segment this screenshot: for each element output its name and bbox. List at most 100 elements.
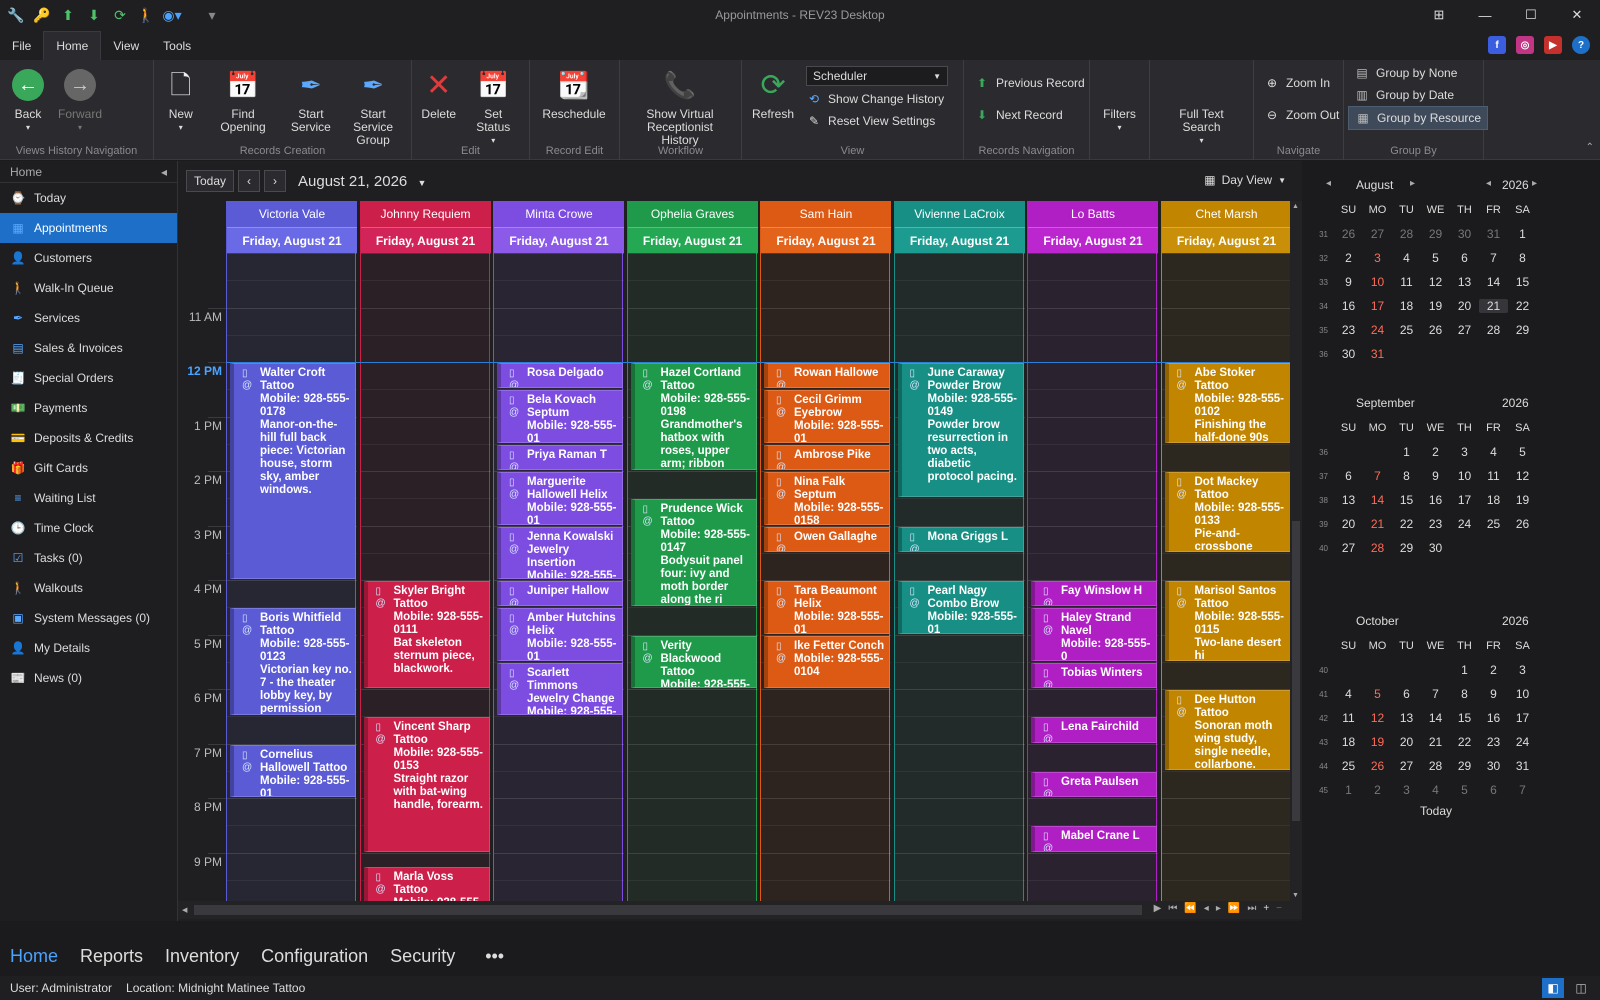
day-view-selector[interactable]: ▦ Day View ▼ — [1204, 173, 1286, 187]
time-slot[interactable] — [627, 716, 758, 743]
calendar-day[interactable]: 16 — [1334, 299, 1363, 313]
calendar-day[interactable]: 28 — [1479, 323, 1508, 337]
time-slot[interactable] — [894, 825, 1025, 852]
time-slot[interactable] — [494, 334, 624, 362]
sidebar-item-today[interactable]: ⌚ Today — [0, 183, 177, 213]
calendar-day[interactable]: 3 — [1363, 251, 1392, 265]
group-by-resource-button[interactable]: ▦ Group by Resource — [1348, 106, 1489, 130]
time-slot[interactable] — [1161, 879, 1292, 901]
appointment[interactable]: ▯ @ Walter Croft Tattoo Mobile: 928-555-01… — [230, 363, 356, 579]
new-button[interactable]: 🗋 New ▾ — [158, 64, 204, 136]
menu-file[interactable]: File — [0, 32, 43, 60]
resource-header[interactable]: Sam Hain — [761, 201, 891, 227]
calendar-day[interactable]: 13 — [1392, 711, 1421, 725]
appointment[interactable]: ▯ @ Haley Strand Navel Mobile: 928-555-0 — [1031, 608, 1157, 661]
calendar-day[interactable]: 3 — [1450, 445, 1479, 459]
calendar-day[interactable]: 8 — [1450, 687, 1479, 701]
calendar-day[interactable]: 18 — [1334, 735, 1363, 749]
sidebar-item-customers[interactable]: 👤 Customers — [0, 243, 177, 273]
calendar-day[interactable]: 25 — [1392, 323, 1421, 337]
time-slot[interactable] — [1028, 879, 1158, 901]
prev-page-icon[interactable]: ⏪ — [1184, 903, 1196, 914]
time-slot[interactable] — [761, 852, 891, 880]
sidebar-item-deposits-credits[interactable]: 💳 Deposits & Credits — [0, 423, 177, 453]
facebook-icon[interactable]: f — [1488, 36, 1506, 54]
appointment[interactable]: ▯ @ Dee Hutton Tattoo Sonoran moth wing st… — [1164, 690, 1291, 770]
today-button[interactable]: Today — [186, 170, 234, 192]
calendar-day[interactable]: 23 — [1421, 517, 1450, 531]
time-slot[interactable] — [360, 689, 491, 716]
minimize-button[interactable]: — — [1462, 0, 1508, 30]
appointment[interactable]: ▯ @ Tobias Winters — [1031, 662, 1157, 688]
customize-arrow-icon[interactable]: ▾ — [202, 5, 222, 25]
calendar-day[interactable]: 25 — [1479, 517, 1508, 531]
time-slot[interactable] — [227, 716, 357, 743]
scroll-left-icon[interactable]: ◀ — [182, 906, 187, 914]
calendar-day[interactable]: 13 — [1334, 493, 1363, 507]
collapse-sidebar-icon[interactable]: ◂ — [161, 165, 167, 179]
sidebar-item-time-clock[interactable]: 🕒 Time Clock — [0, 513, 177, 543]
tab-home[interactable]: Home — [10, 946, 58, 967]
sidebar-item-services[interactable]: ✒ Services — [0, 303, 177, 333]
time-slot[interactable] — [761, 770, 891, 798]
time-slot[interactable] — [227, 334, 357, 362]
time-slot[interactable] — [894, 770, 1025, 798]
calendar-day[interactable]: 21 — [1363, 517, 1392, 531]
calendar-day[interactable]: 1 — [1508, 227, 1537, 241]
month-year[interactable]: 2026 — [1502, 396, 1529, 410]
sync-icon[interactable]: ⟳ — [110, 5, 130, 25]
calendar-day[interactable]: 5 — [1421, 251, 1450, 265]
time-slot[interactable] — [894, 253, 1025, 280]
appointment[interactable]: ▯ @ June Caraway Powder Brow Mobile: 928-5… — [897, 363, 1024, 498]
time-slot[interactable] — [761, 307, 891, 335]
sidebar-item-system-messages-0[interactable]: ▣ System Messages (0) — [0, 603, 177, 633]
vertical-scrollbar[interactable]: ▲ ▼ — [1290, 201, 1302, 901]
last-resource-icon[interactable]: ⏭ — [1247, 903, 1256, 914]
next-year-icon[interactable]: ▸ — [1532, 178, 1537, 189]
sidebar-item-appointments[interactable]: ▦ Appointments — [0, 213, 177, 243]
resource-timeline[interactable]: ▯ @ Skyler Bright Tattoo Mobile: 928-555-0… — [360, 253, 491, 901]
resource-timeline[interactable]: ▯ @ Fay Winslow H ▯ @ Haley Strand Navel Mobi… — [1028, 253, 1158, 901]
calendar-day[interactable]: 7 — [1508, 783, 1537, 797]
upload-icon[interactable]: ⬆ — [58, 5, 78, 25]
resource-header[interactable]: Lo Batts — [1028, 201, 1158, 227]
calendar-day[interactable]: 20 — [1450, 299, 1479, 313]
date-header[interactable]: August 21, 2026 ▼ — [298, 173, 426, 190]
calendar-day[interactable]: 24 — [1508, 735, 1537, 749]
time-slot[interactable] — [1161, 443, 1292, 471]
next-page-icon[interactable]: ⏩ — [1228, 903, 1240, 914]
resource-header[interactable]: Vivienne LaCroix — [894, 201, 1025, 227]
instagram-icon[interactable]: ◎ — [1516, 36, 1534, 54]
appointment[interactable]: ▯ @ Vincent Sharp Tattoo Mobile: 928-555-0… — [363, 717, 490, 852]
appointment[interactable]: ▯ @ Marguerite Hallowell Helix Mobile: 928… — [497, 472, 623, 525]
time-slot[interactable] — [1028, 552, 1158, 580]
time-slot[interactable] — [1161, 852, 1292, 880]
resource-timeline[interactable]: ▯ @ Walter Croft Tattoo Mobile: 928-555-01… — [227, 253, 357, 901]
calendar-day[interactable]: 1 — [1450, 663, 1479, 677]
collapse-ribbon-icon[interactable]: ⌃ — [1586, 142, 1594, 153]
calendar-day[interactable]: 8 — [1508, 251, 1537, 265]
time-slot[interactable] — [894, 552, 1025, 580]
calendar-day[interactable]: 5 — [1508, 445, 1537, 459]
calendar-day[interactable]: 7 — [1363, 469, 1392, 483]
sidebar-item-payments[interactable]: 💵 Payments — [0, 393, 177, 423]
calendar-day[interactable]: 3 — [1392, 783, 1421, 797]
menu-view[interactable]: View — [101, 32, 151, 60]
time-slot[interactable] — [894, 634, 1025, 662]
calendar-day[interactable]: 2 — [1421, 445, 1450, 459]
time-slot[interactable] — [894, 743, 1025, 771]
calendar-day[interactable]: 29 — [1450, 759, 1479, 773]
calendar-day[interactable]: 6 — [1479, 783, 1508, 797]
time-slot[interactable] — [894, 798, 1025, 825]
time-slot[interactable] — [1028, 416, 1158, 444]
resource-header[interactable]: Ophelia Graves — [627, 201, 758, 227]
appointment[interactable]: ▯ @ Abe Stoker Tattoo Mobile: 928-555-0102… — [1164, 363, 1291, 443]
time-slot[interactable] — [1161, 770, 1292, 798]
calendar-day[interactable]: 15 — [1508, 275, 1537, 289]
wrench-icon[interactable]: 🔧 — [6, 5, 26, 25]
calendar-day[interactable]: 30 — [1334, 347, 1363, 361]
calendar-day[interactable]: 7 — [1479, 251, 1508, 265]
time-slot[interactable] — [761, 253, 891, 280]
sidebar-item-sales-invoices[interactable]: ▤ Sales & Invoices — [0, 333, 177, 363]
time-slot[interactable] — [627, 770, 758, 798]
